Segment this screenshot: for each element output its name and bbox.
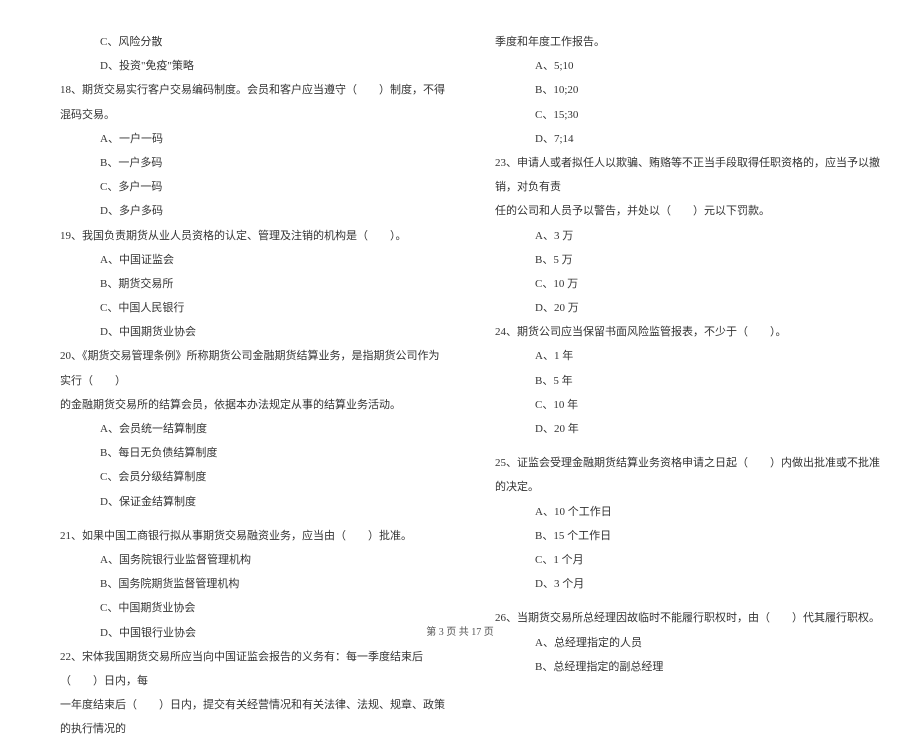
q23-option-a: A、3 万 bbox=[475, 224, 880, 248]
q22-continuation: 季度和年度工作报告。 bbox=[475, 30, 880, 54]
q18-option-a: A、一户一码 bbox=[40, 127, 445, 151]
q18-option-b: B、一户多码 bbox=[40, 151, 445, 175]
q20-option-b: B、每日无负债结算制度 bbox=[40, 441, 445, 465]
q20-option-c: C、会员分级结算制度 bbox=[40, 465, 445, 489]
q21-text: 21、如果中国工商银行拟从事期货交易融资业务，应当由（ ）批准。 bbox=[40, 524, 445, 548]
q20-option-d: D、保证金结算制度 bbox=[40, 490, 445, 514]
q18-text: 18、期货交易实行客户交易编码制度。会员和客户应当遵守（ ）制度，不得混码交易。 bbox=[40, 78, 445, 126]
q23-text-line1: 23、申请人或者拟任人以欺骗、贿赂等不正当手段取得任职资格的，应当予以撤销，对负… bbox=[475, 151, 880, 199]
page-footer: 第 3 页 共 17 页 bbox=[0, 623, 920, 638]
q23-option-d: D、20 万 bbox=[475, 296, 880, 320]
q19-option-d: D、中国期货业协会 bbox=[40, 320, 445, 344]
spacer bbox=[475, 596, 880, 606]
q18-option-c: C、多户一码 bbox=[40, 175, 445, 199]
q17-option-c: C、风险分散 bbox=[40, 30, 445, 54]
q22-option-a: A、5;10 bbox=[475, 54, 880, 78]
q21-option-a: A、国务院银行业监督管理机构 bbox=[40, 548, 445, 572]
q24-option-b: B、5 年 bbox=[475, 369, 880, 393]
q21-option-c: C、中国期货业协会 bbox=[40, 596, 445, 620]
q25-text: 25、证监会受理金融期货结算业务资格申请之日起（ ）内做出批准或不批准的决定。 bbox=[475, 451, 880, 499]
q22-option-b: B、10;20 bbox=[475, 78, 880, 102]
q23-text-line2: 任的公司和人员予以警告，并处以（ ）元以下罚款。 bbox=[475, 199, 880, 223]
q20-text-line2: 的金融期货交易所的结算会员，依据本办法规定从事的结算业务活动。 bbox=[40, 393, 445, 417]
q17-option-d: D、投资"免疫"策略 bbox=[40, 54, 445, 78]
q24-option-c: C、10 年 bbox=[475, 393, 880, 417]
q23-option-b: B、5 万 bbox=[475, 248, 880, 272]
left-column: C、风险分散 D、投资"免疫"策略 18、期货交易实行客户交易编码制度。会员和客… bbox=[40, 30, 460, 570]
q24-option-a: A、1 年 bbox=[475, 344, 880, 368]
q19-text: 19、我国负责期货从业人员资格的认定、管理及注销的机构是（ ）。 bbox=[40, 224, 445, 248]
page-container: C、风险分散 D、投资"免疫"策略 18、期货交易实行客户交易编码制度。会员和客… bbox=[0, 0, 920, 610]
q25-option-b: B、15 个工作日 bbox=[475, 524, 880, 548]
q24-option-d: D、20 年 bbox=[475, 417, 880, 441]
q20-option-a: A、会员统一结算制度 bbox=[40, 417, 445, 441]
q19-option-b: B、期货交易所 bbox=[40, 272, 445, 296]
q22-text-line1: 22、宋体我国期货交易所应当向中国证监会报告的义务有：每一季度结束后（ ）日内，… bbox=[40, 645, 445, 693]
q22-option-c: C、15;30 bbox=[475, 103, 880, 127]
q25-option-d: D、3 个月 bbox=[475, 572, 880, 596]
spacer bbox=[475, 441, 880, 451]
q20-text-line1: 20、《期货交易管理条例》所称期货公司金融期货结算业务，是指期货公司作为实行（ … bbox=[40, 344, 445, 392]
spacer bbox=[40, 514, 445, 524]
q24-text: 24、期货公司应当保留书面风险监管报表，不少于（ ）。 bbox=[475, 320, 880, 344]
q23-option-c: C、10 万 bbox=[475, 272, 880, 296]
q22-option-d: D、7;14 bbox=[475, 127, 880, 151]
q22-text-line2: 一年度结束后（ ）日内，提交有关经营情况和有关法律、法规、规章、政策的执行情况的 bbox=[40, 693, 445, 741]
q19-option-a: A、中国证监会 bbox=[40, 248, 445, 272]
q25-option-a: A、10 个工作日 bbox=[475, 500, 880, 524]
right-column: 季度和年度工作报告。 A、5;10 B、10;20 C、15;30 D、7;14… bbox=[460, 30, 880, 570]
q26-option-b: B、总经理指定的副总经理 bbox=[475, 655, 880, 679]
q19-option-c: C、中国人民银行 bbox=[40, 296, 445, 320]
q18-option-d: D、多户多码 bbox=[40, 199, 445, 223]
q25-option-c: C、1 个月 bbox=[475, 548, 880, 572]
q21-option-b: B、国务院期货监督管理机构 bbox=[40, 572, 445, 596]
